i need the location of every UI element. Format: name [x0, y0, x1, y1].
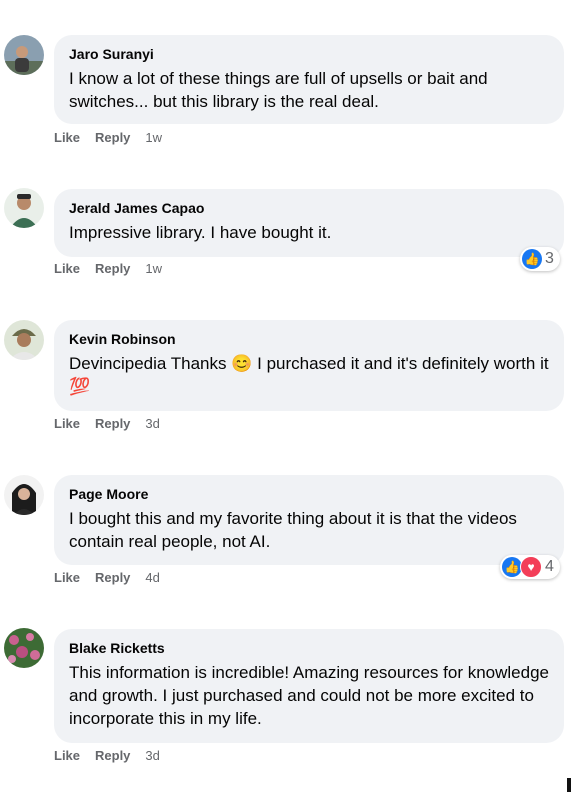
comment-author[interactable]: Blake Ricketts	[69, 639, 549, 657]
comment-text: Devincipedia Thanks 😊 I purchased it and…	[69, 352, 549, 398]
comment-actions: Like Reply 3d	[54, 416, 160, 431]
avatar[interactable]	[4, 188, 44, 228]
comment-text-part: Devincipedia Thanks	[69, 354, 232, 373]
timestamp[interactable]: 1w	[145, 261, 162, 276]
like-link[interactable]: Like	[54, 130, 80, 145]
comment-actions: Like Reply 4d	[54, 570, 160, 585]
comment-actions: Like Reply 1w	[54, 130, 162, 145]
comment-text-part: I purchased it and it's definitely worth…	[252, 354, 549, 373]
like-link[interactable]: Like	[54, 748, 80, 763]
reaction-summary[interactable]: 👍 ♥ 4	[500, 555, 560, 579]
smiling-face-emoji: 😊	[231, 354, 253, 373]
comment-author[interactable]: Page Moore	[69, 485, 549, 503]
like-link[interactable]: Like	[54, 261, 80, 276]
comment-actions: Like Reply 3d	[54, 748, 160, 763]
like-link[interactable]: Like	[54, 416, 80, 431]
timestamp[interactable]: 1w	[145, 130, 162, 145]
thumbs-up-icon: 👍	[522, 249, 542, 269]
reaction-count: 4	[545, 558, 554, 575]
comment-author[interactable]: Jerald James Capao	[69, 199, 549, 217]
comment-bubble: Jerald James Capao Impressive library. I…	[54, 189, 564, 257]
timestamp[interactable]: 3d	[145, 416, 159, 431]
avatar[interactable]	[4, 475, 44, 515]
timestamp[interactable]: 4d	[145, 570, 159, 585]
comment-text: Impressive library. I have bought it.	[69, 223, 332, 242]
reaction-count: 3	[545, 250, 554, 267]
reply-link[interactable]: Reply	[95, 261, 130, 276]
thumbs-up-icon: 👍	[502, 557, 522, 577]
comment-bubble: Blake Ricketts This information is incre…	[54, 629, 564, 743]
comment-author[interactable]: Jaro Suranyi	[69, 45, 549, 63]
avatar[interactable]	[4, 320, 44, 360]
avatar[interactable]	[4, 35, 44, 75]
comment-bubble: Jaro Suranyi I know a lot of these thing…	[54, 35, 564, 124]
avatar[interactable]	[4, 628, 44, 668]
reply-link[interactable]: Reply	[95, 416, 130, 431]
heart-icon: ♥	[520, 556, 542, 578]
hundred-points-emoji: 💯	[69, 377, 91, 396]
comment-bubble: Page Moore I bought this and my favorite…	[54, 475, 564, 565]
comment-text: I know a lot of these things are full of…	[69, 69, 488, 111]
reply-link[interactable]: Reply	[95, 748, 130, 763]
reaction-summary[interactable]: 👍 3	[520, 247, 560, 271]
timestamp[interactable]: 3d	[145, 748, 159, 763]
comment-bubble: Kevin Robinson Devincipedia Thanks 😊 I p…	[54, 320, 564, 411]
reply-link[interactable]: Reply	[95, 570, 130, 585]
reply-link[interactable]: Reply	[95, 130, 130, 145]
comment-author[interactable]: Kevin Robinson	[69, 330, 549, 348]
cursor-edge	[567, 778, 571, 792]
comment-actions: Like Reply 1w	[54, 261, 162, 276]
comment-text: I bought this and my favorite thing abou…	[69, 509, 517, 551]
like-link[interactable]: Like	[54, 570, 80, 585]
comment-text: This information is incredible! Amazing …	[69, 663, 550, 728]
